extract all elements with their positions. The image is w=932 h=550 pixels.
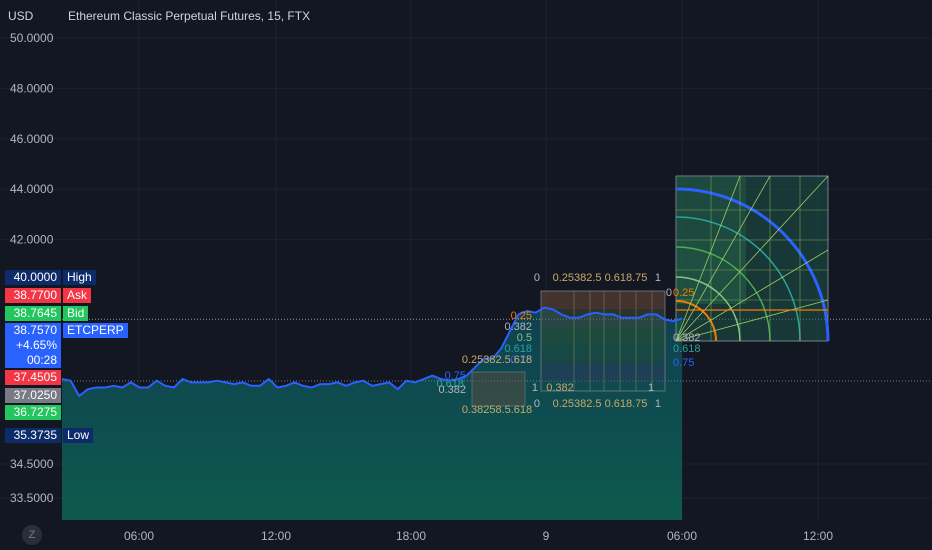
price-tag-label: ETCPERP [63,323,128,338]
y-tick-label: 33.5000 [10,491,54,505]
fib-level-label-combo: 0.25382.5.618 [462,354,532,366]
price-tag-value: 35.3735 [5,428,61,443]
fib-level-label: 1 [655,398,661,410]
fib-band [541,345,665,363]
fib-level-label: 0 [666,287,672,299]
price-tag-value: 37.4505 [5,370,61,385]
fib-level-label: 0 [534,272,540,284]
y-tick-label: 48.0000 [10,81,54,95]
fib-band [541,327,665,345]
y-tick-label: 46.0000 [10,132,54,146]
fib-level-label: 0.618 [673,343,701,355]
price-change-box: +4.65% 00:28 [5,338,61,368]
y-tick-label: 34.5000 [10,457,54,471]
fib-level-label: 0 [534,398,540,410]
price-tag-value: 37.0250 [5,388,61,403]
x-tick-label: 18:00 [396,529,426,543]
fib-level-label-combo: 0.382 [546,382,574,394]
y-tick-label: 50.0000 [10,31,54,45]
price-tag-value: 36.7275 [5,405,61,420]
price-tag-value: 38.7570 [5,323,61,338]
x-tick-label: 12:00 [803,529,833,543]
price-tag-value: 38.7645 [5,306,61,321]
price-tag-label: Bid [63,306,89,321]
fib-box-small [471,371,526,407]
x-tick-label: 9 [543,529,550,543]
fib-level-label-combo: 0.25382.5 0.618.75 [553,398,648,410]
zoom-button[interactable]: Z [22,525,42,545]
y-tick-label: 44.0000 [10,182,54,196]
fib-level-label: 0.75 [673,357,694,369]
price-tag-label: Low [63,428,94,443]
fib-level-label-combo: 0.25382.5 0.618.75 [553,272,648,284]
fib-level-label: 0.25 [673,287,694,299]
price-tag-value: 38.7700 [5,288,61,303]
price-change-percent: +4.65% [15,338,57,352]
x-tick-label: 06:00 [667,529,697,543]
fib-band [541,291,665,309]
bar-countdown: 00:28 [26,353,57,367]
chart-title: Ethereum Classic Perpetual Futures, 15, … [68,9,311,23]
x-tick-label: 12:00 [261,529,291,543]
price-chart[interactable]: 50.0000 48.0000 46.0000 44.0000 42.0000 34.50… [0,0,932,550]
chart-stage: 50.0000 48.0000 46.0000 44.0000 42.0000 34.50… [0,0,932,550]
price-tag-label: High [63,270,96,285]
price-tag-value: 40.0000 [5,270,61,285]
fib-band [541,363,665,381]
fib-level-label: 1 [648,382,654,394]
fib-level-label: 1 [655,272,661,284]
fib-level-label: 0.382 [438,384,466,396]
currency-label: USD [8,9,34,23]
x-tick-label: 06:00 [124,529,154,543]
price-tag-label: Ask [63,288,92,303]
fib-level-label: 1 [532,382,538,394]
y-tick-label: 42.0000 [10,233,54,247]
fib-band [541,309,665,327]
fib-level-label-combo: 0.38258.5.618 [462,404,532,416]
